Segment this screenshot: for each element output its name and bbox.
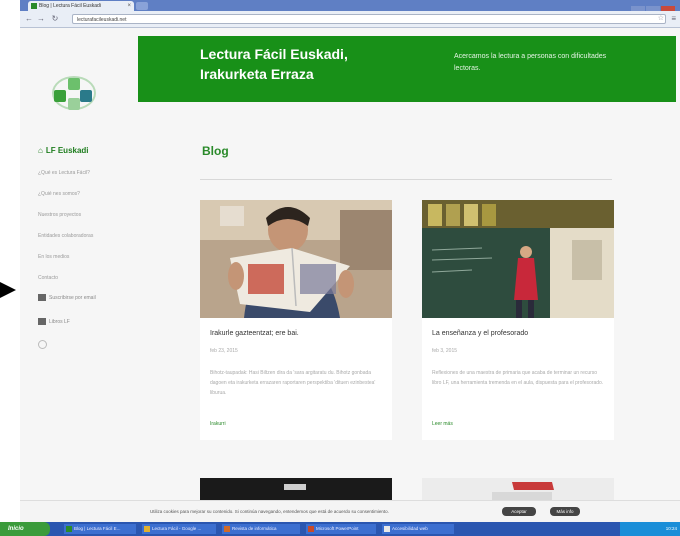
system-tray: 10:24 [620,522,680,536]
browser-menu-icon[interactable]: ≡ [671,14,676,24]
home-icon: ⌂ [38,146,43,155]
sidebar-menu: ¿Qué es Lectura Fácil? ¿Quié nes somos? … [38,168,134,294]
new-tab-button[interactable] [136,2,148,10]
library-link[interactable]: Libros LF [38,318,134,326]
post-image[interactable] [200,200,392,318]
start-button[interactable]: Inicio [0,522,50,536]
taskbar-item[interactable]: Blog | Lectura Fácil E... [64,524,136,534]
browser-window: Blog | Lectura Fácil Euskadi × ← → ↻ lec… [20,0,680,536]
brand-label: LF Euskadi [45,146,89,155]
browser-icon [66,526,72,532]
site-header: Lectura Fácil Euskadi, Irakurketa Erraza… [138,36,676,102]
sidebar-item-que-es[interactable]: ¿Qué es Lectura Fácil? [38,168,134,189]
post-image[interactable] [422,200,614,318]
subscribe-label: Suscribirse por email [49,295,96,301]
cookie-bar: Utiliza cookies para mejorar su contenid… [20,500,680,522]
book-icon [38,318,46,326]
bookmark-star-icon[interactable]: ☆ [658,14,664,22]
read-more-link[interactable]: Irakurri [210,421,226,427]
site-logo[interactable] [48,72,98,112]
sidebar: ⌂ LF Euskadi ¿Qué es Lectura Fácil? ¿Quié… [20,28,138,522]
favicon-icon [31,2,37,9]
divider [200,179,612,180]
sidebar-item-medios[interactable]: En los medios [38,252,134,273]
page-title: Blog [202,144,229,158]
post-card: Irakurle gazteentzat; ere bai. feb 23, 2… [200,200,392,440]
post-excerpt: Bihotz-taupadak: Hasi Biltzen dira da 's… [210,370,376,396]
read-more-link[interactable]: Leer más [432,421,453,427]
post-date: feb 3, 2015 [432,348,458,354]
site-tagline: Acercamos la lectura a personas con difi… [454,53,607,72]
folder-icon [224,526,230,532]
sidebar-item-proyectos[interactable]: Nuestros proyectos [38,210,134,231]
taskbar-item[interactable]: Accesibilidad web [382,524,454,534]
browser-tab[interactable]: Blog | Lectura Fácil Euskadi × [28,1,134,11]
cookie-more-button[interactable]: Más info [550,507,580,516]
post-title[interactable]: Irakurle gazteentzat; ere bai. [210,330,382,337]
browser-icon [144,526,150,532]
close-tab-icon[interactable]: × [127,1,131,11]
url-text: lecturafacileuskadi.net [77,17,127,23]
reload-icon[interactable]: ↻ [50,14,60,24]
taskbar-item[interactable]: Microsoft PowerPoint [306,524,376,534]
circle-icon[interactable] [38,340,47,349]
web-page: ⌂ LF Euskadi ¿Qué es Lectura Fácil? ¿Quié… [20,28,680,522]
cookie-accept-button[interactable]: Aceptar [502,507,536,516]
address-bar[interactable]: lecturafacileuskadi.net [72,14,666,24]
forward-arrow-icon[interactable]: → [36,14,46,24]
taskbar-item[interactable]: Revista de informática [222,524,300,534]
clock: 10:24 [665,526,677,531]
back-arrow-icon[interactable]: ← [24,14,34,24]
cookie-text: Utiliza cookies para mejorar su contenid… [150,509,389,514]
email-icon [38,294,46,302]
sidebar-item-entidades[interactable]: Entidades colaboradoras [38,231,134,252]
window-controls [630,1,676,14]
browser-toolbar: ← → ↻ lecturafacileuskadi.net ☆ ≡ [20,11,680,28]
taskbar: Inicio Blog | Lectura Fácil E... Lectura… [0,522,680,536]
subscribe-email-link[interactable]: Suscribirse por email [38,294,134,302]
post-card: La enseñanza y el profesorado feb 3, 201… [422,200,614,440]
post-excerpt: Reflexiones de una maestra de primaria q… [432,370,604,386]
pointer-arrow-icon [0,282,16,298]
tab-strip: Blog | Lectura Fácil Euskadi × [20,0,680,14]
tab-title: Blog | Lectura Fácil Euskadi [39,3,101,9]
document-icon [384,526,390,532]
post-date: feb 23, 2015 [210,348,238,354]
taskbar-item[interactable]: Lectura Fácil - Google ... [142,524,216,534]
sidebar-item-quienes-somos[interactable]: ¿Quié nes somos? [38,189,134,210]
powerpoint-icon [308,526,314,532]
post-title[interactable]: La enseñanza y el profesorado [432,330,604,337]
site-title[interactable]: Lectura Fácil Euskadi, Irakurketa Erraza [200,44,348,84]
brand-home-link[interactable]: ⌂ LF Euskadi [38,146,89,155]
library-label: Libros LF [49,319,70,325]
sidebar-item-contacto[interactable]: Contacto [38,273,134,294]
main-content: Blog Irakurle gazteentzat; ere bai. feb … [138,102,676,522]
